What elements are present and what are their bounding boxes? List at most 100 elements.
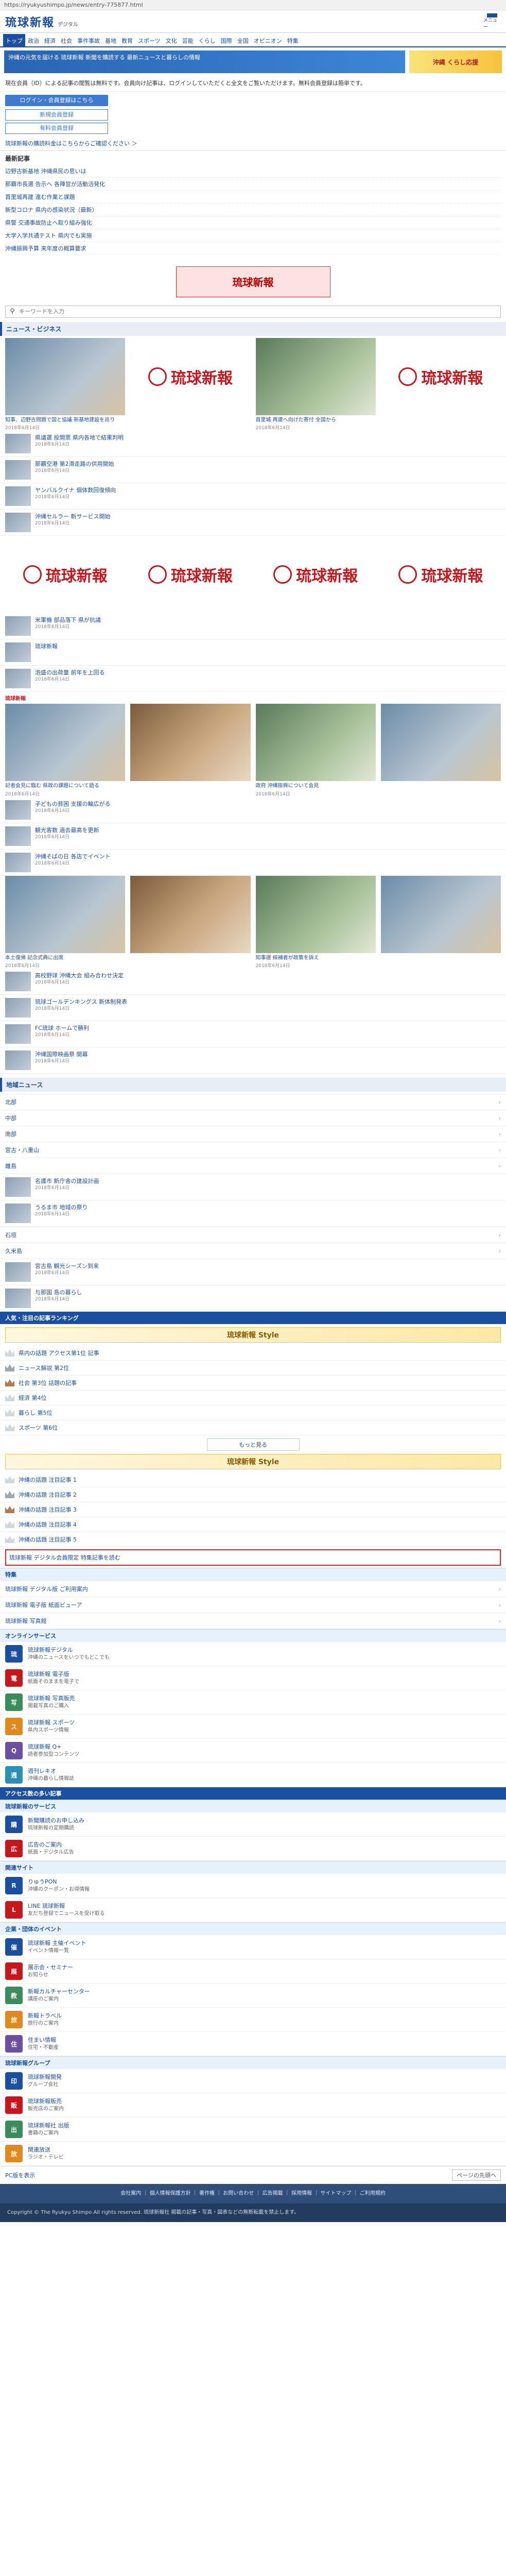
service-item[interactable]: 出琉球新報社 出版 書籍のご案内 <box>0 2117 506 2142</box>
gnav-item[interactable]: 教育 <box>119 34 135 46</box>
news-card[interactable] <box>130 875 251 969</box>
gnav-item[interactable]: 基地 <box>102 34 119 46</box>
news-card[interactable]: 首里城 再建へ向けた寄付 全国から 2018年6月14日 <box>255 337 376 431</box>
news-card[interactable] <box>380 875 501 969</box>
search-input[interactable] <box>19 308 500 315</box>
news-card[interactable]: 琉球新報 <box>130 337 251 431</box>
subscribe-promo[interactable]: 沖縄の元気を届ける 琉球新報 新聞を購読する 最新ニュースと暮らしの情報 <box>4 50 405 73</box>
gnav-item[interactable]: くらし <box>196 34 218 46</box>
footer-links[interactable]: 会社案内 ｜ 個人情報保護方針 ｜ 著作権 ｜ お問い合わせ ｜ 広告掲載 ｜ … <box>0 2184 506 2204</box>
subscription-price-link[interactable]: 琉球新報の購読料金はこちらからご確認ください ＞ <box>0 136 506 151</box>
news-list-item[interactable]: 大学入学共通テスト 県内でも実施 <box>5 229 501 242</box>
news-card[interactable]: 琉球新報 <box>380 536 501 613</box>
ranking-item[interactable]: 沖縄の話題 注目記事 2 <box>0 1487 506 1502</box>
service-item[interactable]: 写琉球新報 写真販売 掲載写真のご購入 <box>0 1690 506 1715</box>
search-icon[interactable]: ⚲ <box>6 308 19 315</box>
news-card[interactable]: 知事選 候補者が政策を訴え 2018年6月14日 <box>255 875 376 969</box>
gnav-item[interactable]: 特集 <box>285 34 301 46</box>
service-item[interactable]: 印琉球新報開発 グループ会社 <box>0 2069 506 2093</box>
service-item[interactable]: Q 琉球新報 Q+ 読者参加型コンテンツ <box>0 1739 506 1763</box>
article-row[interactable]: 与那国 島の暮らし 2018年6月14日 <box>0 1285 506 1312</box>
article-row[interactable]: 琉球ゴールデンキングス 新体制発表 2018年6月14日 <box>0 995 506 1021</box>
ranking-item[interactable]: ニュース解説 第2位 <box>0 1361 506 1376</box>
list-item[interactable]: 久米島 › <box>0 1243 506 1259</box>
gnav-item[interactable]: スポーツ <box>135 34 163 46</box>
paid-register-button[interactable]: 有料会員登録 <box>5 122 108 134</box>
news-card[interactable]: 記者会見に臨む 県政の課題について語る 2018年6月14日 <box>5 704 126 797</box>
news-list-item[interactable]: 首里城再建 進む作業と課題 <box>5 191 501 204</box>
register-button[interactable]: 新規会員登録 <box>5 109 108 121</box>
article-row[interactable]: 子どもの貧困 支援の輪広がる 2018年6月14日 <box>0 797 506 823</box>
news-card[interactable]: 政府 沖縄振興について会見 2018年6月14日 <box>255 704 376 797</box>
article-row[interactable]: 観光客数 過去最高を更新 2018年6月14日 <box>0 823 506 850</box>
article-row[interactable]: FC琉球 ホームで勝利 2018年6月14日 <box>0 1021 506 1047</box>
news-list-item[interactable]: 那覇市長選 告示へ 各陣営が活動活発化 <box>5 178 501 191</box>
ranking-item[interactable]: 沖縄の話題 注目記事 3 <box>0 1502 506 1517</box>
news-list-item[interactable]: 県警 交通事故防止へ取り組み強化 <box>5 216 501 229</box>
service-item[interactable]: 琉琉球新報デジタル 沖縄のニュースをいつでもどこでも <box>0 1642 506 1666</box>
list-item[interactable]: 北部 › <box>0 1094 506 1110</box>
news-card[interactable]: 琉球新報 <box>130 536 251 613</box>
list-item[interactable]: 琉球新報 デジタル版 ご利用案内 › <box>0 1581 506 1597</box>
ranking-item[interactable]: 暮らし 第5位 <box>0 1405 506 1420</box>
service-item[interactable]: 購新聞購読のお申し込み 琉球新報の定期購読 <box>0 1812 506 1837</box>
more-link[interactable]: もっと見る <box>206 1438 300 1451</box>
news-list-item[interactable]: 新型コロナ 県内の感染状況（最新） <box>5 204 501 216</box>
news-card[interactable]: 知事、辺野古問題で国と協議 新基地建設を巡り 2018年6月14日 <box>5 337 126 431</box>
service-item[interactable]: 放関連放送 ラジオ・テレビ <box>0 2142 506 2166</box>
gnav-item[interactable]: 経済 <box>42 34 58 46</box>
ranking-item[interactable]: 沖縄の話題 注目記事 4 <box>0 1517 506 1532</box>
article-row[interactable]: うるま市 地域の祭り 2018年6月14日 <box>0 1200 506 1227</box>
news-card[interactable]: 琉球新報 <box>380 337 501 431</box>
list-item[interactable]: 石垣 › <box>0 1227 506 1243</box>
gnav-item[interactable]: 政治 <box>25 34 42 46</box>
style-banner[interactable]: 琉球新報 Style <box>5 1327 501 1343</box>
article-row[interactable]: 那覇空港 第2滑走路の供用開始 2018年6月14日 <box>0 457 506 483</box>
pc-view-link[interactable]: PC版を表示 <box>5 2171 35 2179</box>
site-logo[interactable]: 琉球新報 デジタル <box>5 13 78 30</box>
service-item[interactable]: 展展示会・セミナー お知らせ <box>0 1959 506 1984</box>
news-list-item[interactable]: 辺野古新基地 沖縄県民の思いは <box>5 165 501 178</box>
menu-button[interactable]: メニュー <box>483 13 501 30</box>
list-item[interactable]: 琉球新報 写真館 › <box>0 1613 506 1629</box>
list-item[interactable]: 南部 › <box>0 1126 506 1142</box>
article-row[interactable]: 沖縄そばの日 各店でイベント 2018年6月14日 <box>0 850 506 876</box>
ranking-item[interactable]: 社会 第3位 話題の記事 <box>0 1376 506 1391</box>
service-item[interactable]: 催琉球新報 主催イベント イベント情報一覧 <box>0 1935 506 1959</box>
gnav-item[interactable]: オピニオン <box>251 34 285 46</box>
service-item[interactable]: 電琉球新報 電子版 紙面そのままを電子で <box>0 1666 506 1690</box>
gnav-item[interactable]: 芸能 <box>180 34 196 46</box>
style-banner-2[interactable]: 琉球新報 Style <box>5 1454 501 1469</box>
gnav-item[interactable]: 全国 <box>235 34 251 46</box>
article-row[interactable]: 琉球新報 <box>0 639 506 666</box>
news-card[interactable]: 琉球新報 <box>5 536 126 613</box>
highlighted-link[interactable]: 琉球新報 デジタル会員限定 特集記事を読む <box>5 1549 501 1566</box>
gnav-item[interactable]: 文化 <box>163 34 180 46</box>
service-item[interactable]: 週週刊レキオ 沖縄の暮らし情報誌 <box>0 1763 506 1787</box>
ranking-item[interactable]: 沖縄の話題 注目記事 5 <box>0 1532 506 1547</box>
service-item[interactable]: L LINE 琉球新報 友だち登録でニュースを受け取る <box>0 1898 506 1922</box>
list-item[interactable]: 離島 › <box>0 1158 506 1174</box>
list-item[interactable]: 宮古・八重山 › <box>0 1142 506 1158</box>
service-item[interactable]: 旅新報トラベル 旅行のご案内 <box>0 2008 506 2032</box>
list-item[interactable]: 中部 › <box>0 1110 506 1126</box>
list-item[interactable]: 琉球新報 電子版 紙面ビューア › <box>0 1597 506 1613</box>
ranking-item[interactable]: 経済 第4位 <box>0 1391 506 1405</box>
article-row[interactable]: 名護市 新庁舎の建設計画 2018年6月14日 <box>0 1174 506 1200</box>
page-top-button[interactable]: ページの先頭へ <box>452 2170 501 2181</box>
article-row[interactable]: 県議選 投開票 県内各地で結果判明 2018年6月14日 <box>0 431 506 457</box>
service-item[interactable]: R りゅうPON 沖縄のクーポン・お得情報 <box>0 1874 506 1898</box>
article-row[interactable]: 宮古島 観光シーズン到来 2018年6月14日 <box>0 1259 506 1285</box>
article-row[interactable]: ヤンバルクイナ 個体数回復傾向 2018年6月14日 <box>0 483 506 510</box>
login-button[interactable]: ログイン・会員登録はこちら <box>5 94 108 106</box>
article-row[interactable]: 沖縄国際映画祭 開幕 2018年6月14日 <box>0 1047 506 1074</box>
ranking-item[interactable]: 県内の話題 アクセス第1位 記事 <box>0 1346 506 1361</box>
ranking-item[interactable]: 沖縄の話題 注目記事 1 <box>0 1472 506 1487</box>
ranking-item[interactable]: スポーツ 第6位 <box>0 1420 506 1435</box>
service-item[interactable]: ス琉球新報 スポーツ 県内スポーツ情報 <box>0 1715 506 1739</box>
gnav-item[interactable]: トップ <box>3 34 25 46</box>
article-row[interactable]: 高校野球 沖縄大会 組み合わせ決定 2018年6月14日 <box>0 969 506 995</box>
gnav-item[interactable]: 事件事故 <box>75 34 102 46</box>
news-list-item[interactable]: 沖縄振興予算 来年度の概算要求 <box>5 242 501 255</box>
article-row[interactable]: 泡盛の出荷量 前年を上回る 2018年6月14日 <box>0 666 506 692</box>
